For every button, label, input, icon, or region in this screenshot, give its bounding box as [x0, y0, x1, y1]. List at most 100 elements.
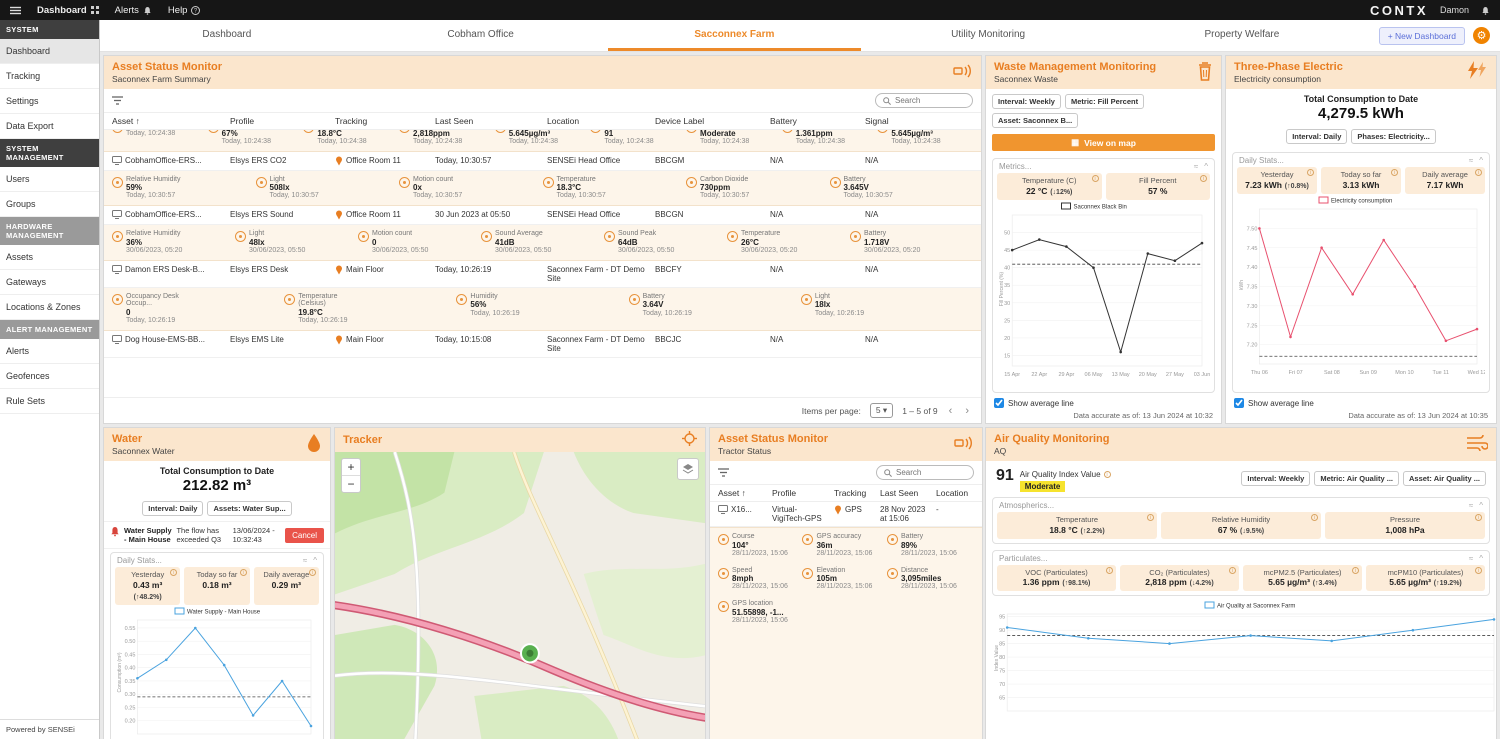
sidebar-item[interactable]: Groups [0, 192, 99, 217]
info-icon[interactable]: i [1311, 514, 1318, 521]
filter-chip[interactable]: Asset: Saconnex B... [992, 113, 1078, 128]
collapse-icon[interactable]: ^ [1204, 162, 1208, 171]
filter-chip[interactable]: Interval: Weekly [1241, 471, 1310, 486]
show-average-checkbox[interactable] [1234, 398, 1244, 408]
chart-style-icon[interactable]: ≈ [1469, 501, 1473, 510]
sidebar-item[interactable]: Geofences [0, 364, 99, 389]
page-size-select[interactable]: 5 ▾ [870, 403, 893, 418]
view-on-map-button[interactable]: ▦ View on map [992, 134, 1215, 151]
search-input[interactable] [896, 468, 966, 477]
dashboard-tab[interactable]: Utility Monitoring [861, 20, 1115, 51]
new-dashboard-button[interactable]: + New Dashboard [1379, 27, 1465, 45]
device-row[interactable]: X16... Virtual-VigiTech-GPS GPS 28 Nov 2… [710, 502, 982, 527]
info-icon[interactable]: i [1352, 567, 1359, 574]
sensor-label: Motion count [413, 176, 462, 184]
sidebar-item[interactable]: Gateways [0, 270, 99, 295]
sensor-reading: (Particulates) 2,818ppm Today, 10:24:38 [399, 130, 495, 146]
column-header[interactable]: Asset ↑ [112, 116, 230, 126]
device-row[interactable]: CobhamOffice-ERS... Elsys ERS CO2 Office… [104, 152, 981, 171]
user-name[interactable]: Damon [1440, 5, 1469, 15]
filter-chip[interactable]: Asset: Air Quality ... [1403, 471, 1486, 486]
filter-chip[interactable]: Metric: Fill Percent [1065, 94, 1144, 109]
info-icon[interactable]: i [1200, 175, 1207, 182]
chart-style-icon[interactable]: ≈ [1194, 162, 1198, 171]
filter-chip[interactable]: Interval: Daily [1286, 129, 1347, 144]
filter-chip[interactable]: Phases: Electricity... [1351, 129, 1435, 144]
column-header[interactable]: Battery [770, 116, 865, 126]
dashboard-tab[interactable]: Property Welfare [1115, 20, 1369, 51]
chart-style-icon[interactable]: ≈ [1469, 156, 1473, 165]
info-icon[interactable]: i [1229, 567, 1236, 574]
filter-icon[interactable] [718, 468, 729, 477]
column-header[interactable]: Profile [772, 488, 834, 498]
sidebar-item[interactable]: Users [0, 167, 99, 192]
chart-style-icon[interactable]: ≈ [303, 556, 307, 565]
column-header[interactable]: Tracking [834, 488, 880, 498]
asset-marker[interactable] [521, 644, 539, 662]
cancel-alert-button[interactable]: Cancel [285, 528, 324, 543]
gear-icon[interactable]: ⚙ [1473, 27, 1490, 44]
sensor-label: Motion count [372, 230, 428, 238]
info-icon[interactable]: i [1104, 471, 1111, 478]
info-icon[interactable]: i [1475, 567, 1482, 574]
collapse-icon[interactable]: ^ [1479, 501, 1483, 510]
notifications-bell-icon[interactable] [1481, 6, 1490, 15]
column-header[interactable]: Last Seen [880, 488, 936, 498]
topbar-nav-dashboard[interactable]: Dashboard [37, 5, 99, 16]
dashboard-tab[interactable]: Dashboard [100, 20, 354, 51]
sidebar-item[interactable]: Rule Sets [0, 389, 99, 414]
sensor-value: 3.64V [643, 300, 692, 309]
device-row[interactable]: Dog House-EMS-BB... Elsys EMS Lite Main … [104, 331, 981, 358]
info-icon[interactable]: i [1391, 169, 1398, 176]
chevron-left-icon[interactable]: ‹ [947, 405, 955, 417]
show-average-checkbox[interactable] [994, 398, 1004, 408]
sidebar-item[interactable]: Settings [0, 89, 99, 114]
zoom-in-button[interactable]: + [342, 459, 360, 476]
sensor-label: Carbon Dioxide [700, 176, 749, 184]
info-icon[interactable]: i [1092, 175, 1099, 182]
stat-chip: i mcPM10 (Particulates) 5.65 µg/m³ (↑19.… [1366, 565, 1485, 592]
sidebar-item[interactable]: Locations & Zones [0, 295, 99, 320]
info-icon[interactable]: i [309, 569, 316, 576]
topbar-nav-alerts[interactable]: Alerts [115, 5, 152, 16]
filter-icon[interactable] [112, 96, 123, 105]
dashboard-tab[interactable]: Sacconnex Farm [608, 20, 862, 51]
sidebar-item[interactable]: Tracking [0, 64, 99, 89]
chevron-right-icon[interactable]: › [963, 405, 971, 417]
filter-chip[interactable]: Metric: Air Quality ... [1314, 471, 1399, 486]
column-header[interactable]: Location [547, 116, 655, 126]
hamburger-icon[interactable] [10, 6, 21, 15]
topbar-nav-help[interactable]: Help ? [168, 5, 201, 16]
filter-chip[interactable]: Assets: Water Sup... [207, 501, 291, 516]
column-header[interactable]: Last Seen [435, 116, 547, 126]
column-header[interactable]: Tracking [335, 116, 435, 126]
dashboard-tab[interactable]: Cobham Office [354, 20, 608, 51]
info-icon[interactable]: i [1106, 567, 1113, 574]
collapse-icon[interactable]: ^ [1479, 156, 1483, 165]
sidebar-item[interactable]: Dashboard [0, 39, 99, 64]
map[interactable]: + − [335, 452, 705, 739]
layers-button[interactable] [677, 458, 699, 480]
sidebar-item[interactable]: Alerts [0, 339, 99, 364]
info-icon[interactable]: i [240, 569, 247, 576]
filter-chip[interactable]: Interval: Daily [142, 501, 203, 516]
info-icon[interactable]: i [1475, 514, 1482, 521]
device-row[interactable]: CobhamOffice-ERS... Elsys ERS Sound Offi… [104, 206, 981, 225]
column-header[interactable]: Location [936, 488, 974, 498]
device-row[interactable]: Damon ERS Desk-B... Elsys ERS Desk Main … [104, 261, 981, 288]
column-header[interactable]: Asset ↑ [718, 488, 772, 498]
filter-chip[interactable]: Interval: Weekly [992, 94, 1061, 109]
collapse-icon[interactable]: ^ [313, 556, 317, 565]
sidebar-item[interactable]: Data Export [0, 114, 99, 139]
chart-style-icon[interactable]: ≈ [1469, 554, 1473, 563]
collapse-icon[interactable]: ^ [1479, 554, 1483, 563]
sidebar-item[interactable]: Assets [0, 245, 99, 270]
info-icon[interactable]: i [1307, 169, 1314, 176]
column-header[interactable]: Signal [865, 116, 973, 126]
info-icon[interactable]: i [1147, 514, 1154, 521]
search-input[interactable] [895, 96, 965, 105]
column-header[interactable]: Device Label [655, 116, 770, 126]
info-icon[interactable]: i [1475, 169, 1482, 176]
zoom-out-button[interactable]: − [342, 476, 360, 492]
column-header[interactable]: Profile [230, 116, 335, 126]
